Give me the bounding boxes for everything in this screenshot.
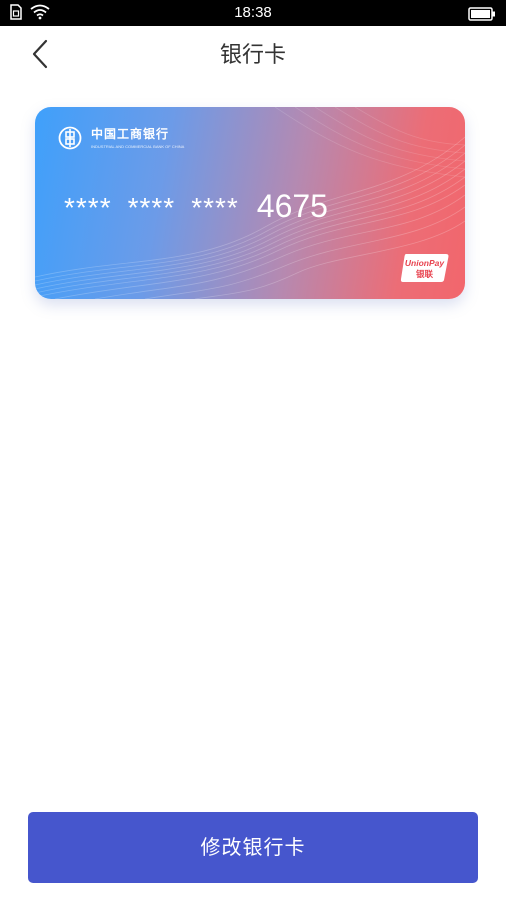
card-number: **** **** **** 4675 [64, 188, 328, 224]
svg-text:银联: 银联 [415, 269, 434, 280]
battery-icon [468, 6, 496, 25]
bank-name: 中国工商银行 [91, 127, 170, 141]
page-title: 银行卡 [219, 43, 286, 68]
bank-name-english: INDUSTRIAL AND COMMERCIAL BANK OF CHINA [91, 144, 185, 149]
card-number-mask-3: **** [191, 192, 239, 223]
status-time: 18:38 [234, 4, 272, 21]
status-bar: 18:38 [0, 0, 506, 26]
svg-text:UnionPay: UnionPay [405, 258, 445, 268]
modify-bank-card-button[interactable]: 修改银行卡 [28, 812, 478, 883]
bank-card[interactable]: 中国工商银行 INDUSTRIAL AND COMMERCIAL BANK OF… [35, 107, 465, 299]
card-number-last-four: 4675 [256, 188, 328, 224]
card-number-mask-2: **** [127, 192, 176, 223]
header: 银行卡 [0, 26, 506, 86]
card-number-mask-1: **** [64, 192, 112, 223]
bank-logo-icon [58, 126, 82, 150]
unionpay-logo-icon: UnionPay 银联 [400, 252, 450, 284]
